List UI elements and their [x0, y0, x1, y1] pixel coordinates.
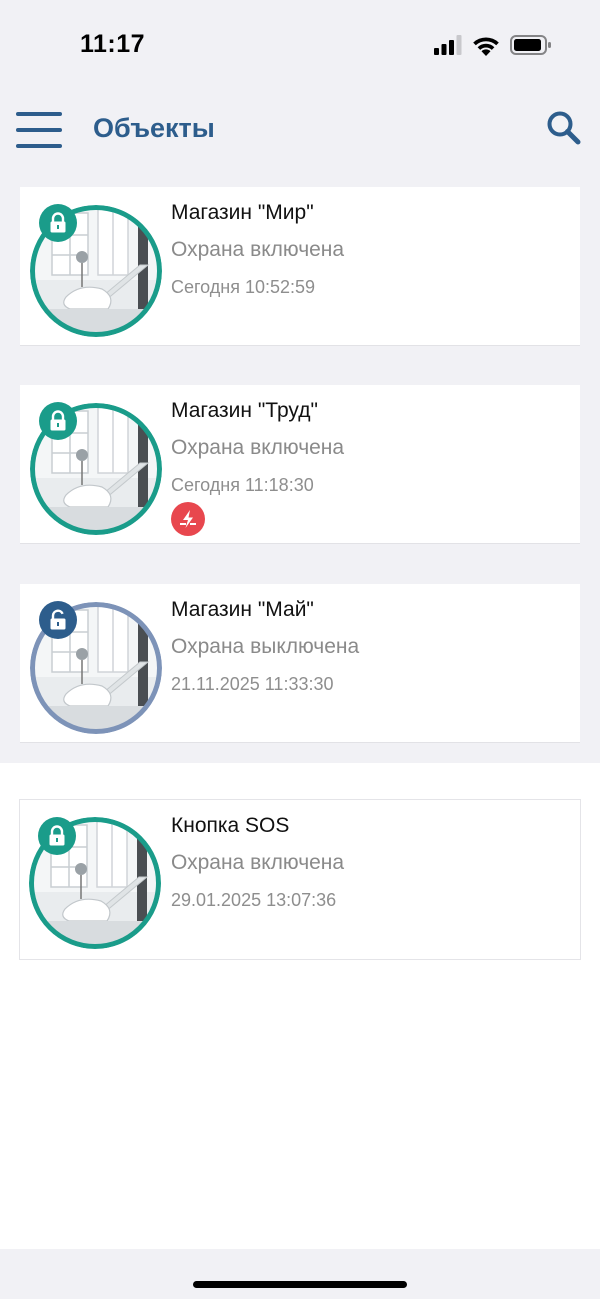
bottom-bar [0, 1249, 600, 1299]
object-time: Сегодня 10:52:59 [171, 277, 316, 297]
signal-icon [434, 35, 462, 55]
object-time: 29.01.2025 13:07:36 [171, 890, 337, 910]
object-status: Охрана включена [171, 851, 345, 874]
status-bar: 11:17 [0, 0, 600, 92]
wifi-icon [473, 36, 499, 56]
page-title: Объекты [93, 113, 215, 143]
lock-open-icon [39, 601, 77, 639]
object-card[interactable]: Магазин "Май" Охрана выключена 21.11.202… [20, 584, 580, 743]
lock-closed-icon [38, 817, 76, 855]
object-time: 21.11.2025 11:33:30 [171, 674, 334, 694]
power-failure-icon [171, 502, 205, 536]
hamburger-menu-icon[interactable] [16, 112, 62, 148]
search-icon[interactable] [546, 110, 582, 146]
object-status: Охрана включена [171, 238, 345, 261]
home-indicator[interactable] [193, 1281, 407, 1288]
object-card[interactable]: Кнопка SOS Охрана включена 29.01.2025 13… [19, 799, 581, 960]
object-name: Кнопка SOS [171, 814, 290, 837]
object-name: Магазин "Май" [171, 598, 314, 621]
object-card[interactable]: Магазин "Мир" Охрана включена Сегодня 10… [20, 187, 580, 346]
object-name: Магазин "Труд" [171, 399, 318, 422]
object-status: Охрана включена [171, 436, 345, 459]
lock-closed-icon [39, 204, 77, 242]
object-name: Магазин "Мир" [171, 201, 314, 224]
object-time: Сегодня 11:18:30 [171, 475, 314, 495]
status-icons [434, 33, 552, 57]
app-header: Объекты [0, 92, 600, 167]
objects-group: Магазин "Мир" Охрана включена Сегодня 10… [0, 167, 600, 763]
status-time: 11:17 [80, 30, 146, 58]
lock-closed-icon [39, 402, 77, 440]
battery-icon [510, 35, 551, 55]
object-card[interactable]: Магазин "Труд" Охрана включена Сегодня 1… [20, 385, 580, 544]
object-status: Охрана выключена [171, 635, 360, 658]
